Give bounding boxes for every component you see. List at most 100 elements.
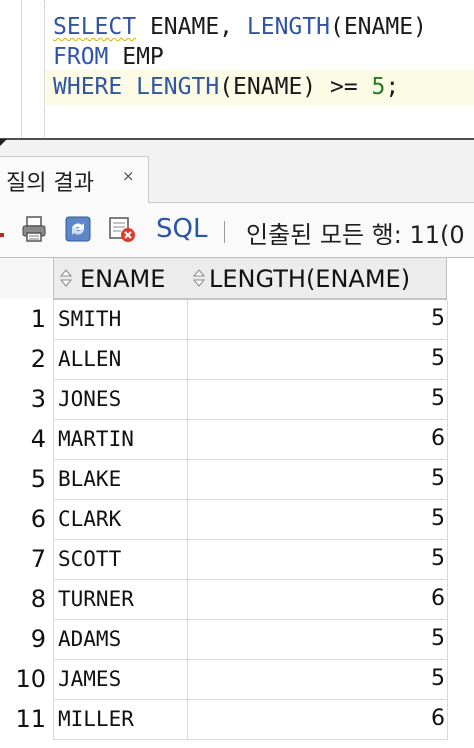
cell-ename[interactable]: SMITH — [53, 300, 187, 340]
cell-value: 5 — [431, 626, 445, 651]
cell-value: SMITH — [58, 307, 122, 331]
keyword: LENGTH — [136, 74, 220, 100]
cell-value: 5 — [431, 466, 445, 491]
result-toolbar: SQL 인출된 모든 행: 11(0 — [0, 203, 474, 258]
keyword: SELECT — [53, 14, 137, 40]
table-row[interactable]: 4 MARTIN 6 — [0, 420, 474, 460]
cell-value: 5 — [431, 546, 445, 571]
cell-length[interactable]: 5 — [187, 500, 448, 540]
table-row[interactable]: 2 ALLEN 5 — [0, 340, 474, 380]
print-icon[interactable] — [20, 215, 48, 243]
cell-length[interactable]: 5 — [187, 340, 448, 380]
sql-editor[interactable]: SELECT ENAME, LENGTH(ENAME) FROM EMP WHE… — [0, 0, 474, 138]
cell-value: CLARK — [58, 507, 122, 531]
cell-ename[interactable]: SCOTT — [53, 540, 187, 580]
cell-value: 6 — [431, 426, 445, 451]
code-text: (ENAME) — [329, 14, 427, 40]
cell-length[interactable]: 5 — [187, 660, 448, 700]
cell-value: SCOTT — [58, 547, 122, 571]
table-row[interactable]: 5 BLAKE 5 — [0, 460, 474, 500]
row-number: 3 — [30, 385, 46, 413]
cell-value: MARTIN — [58, 427, 134, 451]
cell-length[interactable]: 6 — [187, 700, 448, 740]
row-number-header — [0, 258, 52, 298]
cell-value: 5 — [431, 666, 445, 691]
cell-ename[interactable]: JONES — [53, 380, 187, 420]
refresh-icon[interactable] — [64, 215, 92, 243]
cancel-fetch-icon[interactable] — [108, 215, 136, 243]
code-line-1[interactable]: SELECT ENAME, LENGTH(ENAME) — [53, 12, 427, 42]
table-row[interactable]: 3 JONES 5 — [0, 380, 474, 420]
close-icon[interactable]: × — [122, 167, 135, 185]
table-row[interactable]: 11 MILLER 6 — [0, 700, 474, 740]
cell-length[interactable]: 6 — [187, 580, 448, 620]
row-number: 4 — [30, 425, 46, 453]
number-literal: 5 — [371, 74, 386, 100]
table-row[interactable]: 6 CLARK 5 — [0, 500, 474, 540]
cell-length[interactable]: 6 — [187, 420, 448, 460]
sort-icon — [193, 269, 205, 287]
sql-button[interactable]: SQL — [156, 214, 207, 244]
code-text: (ENAME) >= — [219, 74, 372, 100]
keyword: FROM — [53, 44, 109, 70]
tab-query-result[interactable]: 질의 결과 × — [0, 156, 149, 203]
collapse-arrow-icon[interactable] — [0, 139, 7, 146]
table-row[interactable]: 1 SMITH 5 — [0, 300, 474, 340]
result-tab-bar: 질의 결과 × — [0, 148, 474, 203]
keyword: LENGTH — [246, 14, 330, 40]
cell-ename[interactable]: TURNER — [53, 580, 187, 620]
cell-value: 5 — [431, 306, 445, 331]
row-number: 5 — [30, 465, 46, 493]
sort-icon — [60, 269, 72, 287]
cell-value: JAMES — [58, 667, 122, 691]
column-header-ename[interactable]: ENAME — [53, 258, 188, 300]
table-row[interactable]: 8 TURNER 6 — [0, 580, 474, 620]
row-number: 9 — [30, 625, 46, 653]
result-grid: ENAME LENGTH(ENAME) 1 SMITH 5 2 ALLEN 5 … — [0, 258, 474, 748]
row-number: 6 — [30, 505, 46, 533]
cell-length[interactable]: 5 — [187, 300, 448, 340]
cell-value: ALLEN — [58, 347, 122, 371]
tab-label: 질의 결과 — [6, 171, 94, 196]
cell-value: 5 — [431, 506, 445, 531]
cell-length[interactable]: 5 — [187, 380, 448, 420]
cell-ename[interactable]: ALLEN — [53, 340, 187, 380]
table-row[interactable]: 7 SCOTT 5 — [0, 540, 474, 580]
row-number: 1 — [30, 305, 46, 333]
code-line-2[interactable]: FROM EMP — [53, 42, 164, 72]
cell-length[interactable]: 5 — [187, 460, 448, 500]
cell-value: TURNER — [58, 587, 134, 611]
gutter-line — [21, 0, 22, 138]
cell-value: BLAKE — [58, 467, 122, 491]
code-text: ; — [385, 74, 400, 100]
column-header-length[interactable]: LENGTH(ENAME) — [187, 258, 447, 300]
cell-ename[interactable]: JAMES — [53, 660, 187, 700]
cell-ename[interactable]: MILLER — [53, 700, 187, 740]
column-header-label: ENAME — [80, 265, 166, 293]
cell-value: MILLER — [58, 707, 134, 731]
row-number: 11 — [15, 705, 46, 733]
cell-value: ADAMS — [58, 627, 122, 651]
code-line-3[interactable]: WHERE LENGTH(ENAME) >= 5; — [53, 72, 399, 102]
cell-length[interactable]: 5 — [187, 620, 448, 660]
cell-ename[interactable]: BLAKE — [53, 460, 187, 500]
column-header-label: LENGTH(ENAME) — [209, 265, 411, 293]
cell-length[interactable]: 5 — [187, 540, 448, 580]
fetch-status-text: 인출된 모든 행: 11(0 — [246, 221, 465, 249]
cell-ename[interactable]: MARTIN — [53, 420, 187, 460]
table-row[interactable]: 9 ADAMS 5 — [0, 620, 474, 660]
row-number: 10 — [15, 665, 46, 693]
cell-value: 5 — [431, 346, 445, 371]
cell-ename[interactable]: ADAMS — [53, 620, 187, 660]
pin-icon[interactable] — [0, 215, 8, 243]
cell-value: 6 — [431, 586, 445, 611]
row-number: 2 — [30, 345, 46, 373]
code-text: EMP — [108, 44, 164, 70]
row-number: 8 — [30, 585, 46, 613]
cell-ename[interactable]: CLARK — [53, 500, 187, 540]
table-row[interactable]: 10 JAMES 5 — [0, 660, 474, 700]
toolbar-separator — [224, 221, 225, 243]
row-number: 7 — [30, 545, 46, 573]
code-text: ENAME, — [136, 14, 247, 40]
